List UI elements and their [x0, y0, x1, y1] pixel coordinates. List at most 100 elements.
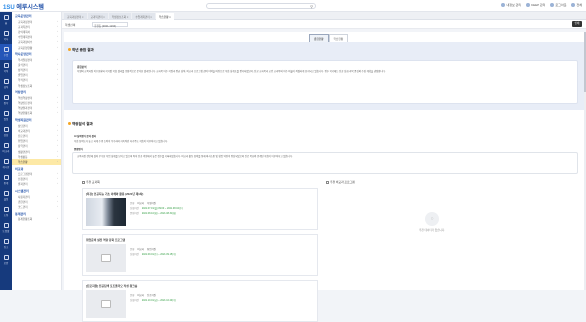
- doc-icon: [3, 143, 9, 148]
- topnav-logout[interactable]: 로그아웃: [550, 3, 566, 8]
- menu-item-label: 결과관리: [18, 183, 28, 187]
- star-icon: [68, 122, 71, 125]
- search-box[interactable]: ⚲: [206, 3, 316, 18]
- program-card[interactable]: 취업준비 실전 역량 강화 프로그램 분류 비교과 취업지원 신청기간 2021.09.0…: [82, 234, 318, 276]
- sidebar-icon-12[interactable]: 소통: [0, 204, 12, 220]
- tab-label: 수업계획관리: [135, 16, 150, 19]
- sidebar-icon-10[interactable]: 통계: [0, 172, 12, 188]
- tab-1[interactable]: 교과목관리 ×: [87, 13, 108, 20]
- meta-value: 분류: [130, 294, 135, 297]
- menu-group-head[interactable]: 학생지원관리: [12, 116, 61, 123]
- eval-text: 교육과정 전반에 걸쳐 우수한 학업 성취를 보이고 있으며 특히 전공 역량에…: [77, 155, 293, 158]
- sidebar-icon-13[interactable]: 도움말: [0, 220, 12, 236]
- col-left-title: 추천 교과목: [82, 180, 100, 184]
- close-icon[interactable]: ×: [126, 16, 129, 19]
- school-icon: [3, 31, 9, 36]
- sidebar-icon-9[interactable]: 게시판: [0, 156, 12, 172]
- program-meta-row: 신청기간 2021.07.19(월) 09:00 ~ 2021.08.04(수): [130, 206, 186, 210]
- menu-item-label: 교육과정관리: [18, 20, 33, 24]
- empty-icon: ○: [425, 212, 440, 226]
- close-icon[interactable]: ×: [81, 16, 84, 19]
- tab-3[interactable]: 수업계획관리 ×: [132, 13, 155, 20]
- menu-group-head[interactable]: 학사운영관리: [12, 50, 61, 57]
- section-title: 학년 종합 결과: [68, 48, 94, 53]
- meta-value: 운영기간: [130, 212, 139, 215]
- selector-label: 학생선택: [65, 23, 76, 27]
- tab-4[interactable]: 학습현황 ×: [155, 13, 174, 20]
- tab-0[interactable]: 교육과정관리 ×: [64, 13, 87, 20]
- chevron-right-icon: ›: [57, 205, 58, 209]
- program-card[interactable]: [특강] 인공지능 기초 이해와 활용 (2021년 제1차) 분류 비교과 학생지원…: [82, 188, 318, 230]
- brand-logo[interactable]: 1SU 에루시스템: [3, 2, 44, 11]
- tab-bar: 교육과정관리 × 교과목관리 × 학생정보조회 × 수업계획관리 × 학습현황 ×: [62, 12, 586, 20]
- eval-label: 종합평가: [74, 148, 83, 151]
- menu-item-label: 출석관리: [18, 63, 28, 67]
- program-card[interactable]: [진로지원] 전공탐색 포트폴리오 작성 워크숍 분류 비교과 진로지원 신청기간 202…: [82, 280, 318, 322]
- program-title[interactable]: [진로지원] 전공탐색 포트폴리오 작성 워크숍: [86, 284, 137, 288]
- sidebar-icon-15[interactable]: 보안: [0, 252, 12, 268]
- menu-group-head[interactable]: 교육운영관리: [12, 12, 61, 19]
- program-thumbnail: [86, 198, 126, 226]
- sidebar-icon-5[interactable]: 장학: [0, 92, 12, 108]
- menu-group-head[interactable]: 비교과: [12, 165, 61, 172]
- sidebar-icon-label: 비교과: [2, 150, 10, 153]
- sidebar-icon-label: 소통: [3, 214, 9, 217]
- close-icon[interactable]: ×: [103, 16, 105, 19]
- topnav-keep[interactable]: KEEP 관리: [526, 3, 545, 8]
- close-icon[interactable]: ×: [150, 16, 152, 19]
- program-title[interactable]: [특강] 인공지능 기초 이해와 활용 (2021년 제1차): [86, 192, 143, 196]
- menu-group-head[interactable]: 역량관리: [12, 88, 61, 95]
- sidebar-icon-6[interactable]: 일정: [0, 108, 12, 124]
- sidebar-icon-3[interactable]: 학적: [0, 60, 12, 76]
- sidebar-icon-7[interactable]: 상담: [0, 124, 12, 140]
- menu-item-label: 역량결과관리: [18, 107, 33, 111]
- student-select[interactable]: 홍길동 (2021-1234): [92, 22, 128, 28]
- menu-item-label: 학적관리: [18, 79, 28, 83]
- sidebar-icon-14[interactable]: 링크: [0, 236, 12, 252]
- menu-item-label: 교육과정이수: [18, 41, 33, 45]
- program-title[interactable]: 취업준비 실전 역량 강화 프로그램: [86, 238, 125, 242]
- menu-icon: [571, 3, 576, 8]
- chart-icon: [3, 175, 9, 180]
- close-icon[interactable]: ×: [168, 16, 171, 19]
- tab-2[interactable]: 학생정보조회 ×: [108, 13, 132, 20]
- menu-item-label: 교과목관리: [18, 25, 30, 29]
- eval-box: 교육과정 전반에 걸쳐 우수한 학업 성취를 보이고 있으며 특히 전공 역량에…: [72, 152, 578, 174]
- sidebar-icon-label: 수업: [3, 54, 9, 57]
- menu-group-head[interactable]: 시스템관리: [12, 187, 61, 194]
- sidebar-icon-0[interactable]: 홈: [0, 12, 12, 28]
- menu-item[interactable]: 통계현황조회 ›: [12, 217, 61, 222]
- card-label: 종합분석: [77, 66, 87, 69]
- print-button[interactable]: 인쇄: [572, 21, 582, 27]
- sidebar-icon-2[interactable]: 수업: [0, 44, 12, 60]
- search-icon[interactable]: ⚲: [310, 4, 313, 9]
- chevron-right-icon: ›: [57, 194, 58, 198]
- menu-item-label: 상담관리: [18, 124, 28, 128]
- chevron-right-icon: ›: [57, 68, 58, 72]
- image-placeholder-icon: [86, 290, 126, 318]
- sidebar-icon-label: 통계: [3, 182, 9, 185]
- sidebar-icon-4[interactable]: 성적: [0, 76, 12, 92]
- sidebar-icon-1[interactable]: 학사: [0, 28, 12, 44]
- sidebar-icon-8[interactable]: 비교과: [0, 140, 12, 156]
- settings-icon: [3, 191, 9, 196]
- chevron-right-icon: ›: [57, 182, 58, 186]
- ai-analysis-text: 학습 참여도가 높고 과제 수행 능력이 우수하며 지속적인 자기주도 학습이 …: [74, 140, 168, 143]
- topnav-myinfo[interactable]: 내정보 관리: [501, 3, 521, 8]
- user-icon: [501, 3, 506, 8]
- sidebar-icon-11[interactable]: 설정: [0, 188, 12, 204]
- result-pane: 종합현황 학습현황 학년 종합 결과 종합분석 학생의 교육과정 이수현황과 학…: [64, 32, 586, 322]
- list-icon: [326, 180, 329, 184]
- topnav-all[interactable]: 전체: [571, 3, 582, 8]
- menu-item-label: 진로관리: [18, 134, 28, 138]
- menu-item-label: 장학관리: [18, 145, 28, 149]
- meta-value: 2021.08.10(화) ~ 2021.08.31(화): [141, 212, 177, 215]
- menu-group-head[interactable]: 통계관리: [12, 210, 61, 217]
- calendar-icon: [3, 111, 9, 116]
- chevron-right-icon: ›: [57, 45, 58, 49]
- chevron-right-icon: ›: [57, 154, 58, 158]
- program-meta-row: 신청기간 2021.10.01(금) ~ 2021.10.20(수): [130, 298, 179, 302]
- ai-analysis-line: AI 실력평가 분석 결과: [74, 135, 96, 138]
- sidebar-icon-label: 링크: [3, 246, 9, 249]
- person-icon: [3, 127, 9, 132]
